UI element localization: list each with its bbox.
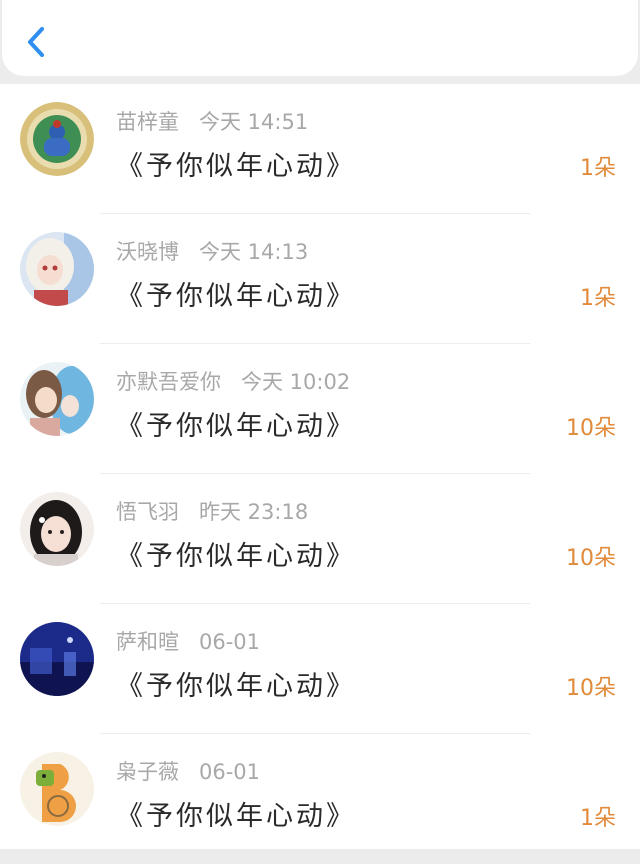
work-title: 《予你似年心动》 — [116, 151, 356, 182]
avatar-illustration-image — [20, 362, 94, 436]
flower-count: 1朵 — [580, 286, 616, 311]
avatar[interactable] — [20, 102, 94, 176]
work-title: 《予你似年心动》 — [116, 281, 356, 312]
sender-name: 亦默吾爱你 — [116, 370, 221, 394]
send-time: 昨天 23:18 — [199, 500, 309, 524]
top-bar — [2, 0, 638, 76]
sender-name: 萨和暄 — [116, 630, 179, 654]
sender-name: 苗梓童 — [116, 110, 179, 134]
avatar-cartoon-image — [20, 752, 94, 826]
flower-count: 10朵 — [566, 546, 616, 571]
flower-count: 10朵 — [566, 676, 616, 701]
gift-record-list: 苗梓童 今天 14:51 《予你似年心动》 1朵 沃晓博 今天 14:13 《予你似… — [0, 84, 640, 849]
chevron-left-icon — [28, 27, 44, 57]
send-time: 今天 14:13 — [199, 240, 309, 264]
avatar-night-scene-image — [20, 622, 94, 696]
sender-name: 枭子薇 — [116, 760, 179, 784]
list-item[interactable]: 沃晓博 今天 14:13 《予你似年心动》 1朵 — [0, 214, 640, 344]
item-meta: 亦默吾爱你 今天 10:02 — [116, 366, 350, 396]
flower-count: 1朵 — [580, 156, 616, 181]
list-item[interactable]: 苗梓童 今天 14:51 《予你似年心动》 1朵 — [0, 84, 640, 214]
item-meta: 悟飞羽 昨天 23:18 — [116, 496, 308, 526]
work-title: 《予你似年心动》 — [116, 411, 356, 442]
send-time: 今天 14:51 — [199, 110, 309, 134]
list-item[interactable]: 亦默吾爱你 今天 10:02 《予你似年心动》 10朵 — [0, 344, 640, 474]
flower-count: 1朵 — [580, 806, 616, 831]
list-item[interactable]: 枭子薇 06-01 《予你似年心动》 1朵 — [0, 734, 640, 864]
back-button[interactable] — [24, 26, 50, 58]
sender-name: 沃晓博 — [116, 240, 179, 264]
list-item[interactable]: 悟飞羽 昨天 23:18 《予你似年心动》 10朵 — [0, 474, 640, 604]
work-title: 《予你似年心动》 — [116, 541, 356, 572]
item-meta: 苗梓童 今天 14:51 — [116, 106, 308, 136]
avatar[interactable] — [20, 492, 94, 566]
avatar[interactable] — [20, 232, 94, 306]
avatar-photo-image — [20, 492, 94, 566]
avatar[interactable] — [20, 622, 94, 696]
avatar-deity-image — [20, 102, 94, 176]
flower-count: 10朵 — [566, 416, 616, 441]
work-title: 《予你似年心动》 — [116, 801, 356, 832]
item-meta: 沃晓博 今天 14:13 — [116, 236, 308, 266]
send-time: 06-01 — [199, 630, 261, 654]
list-item[interactable]: 萨和暄 06-01 《予你似年心动》 10朵 — [0, 604, 640, 734]
item-meta: 萨和暄 06-01 — [116, 626, 260, 656]
avatar-anime-girl-image — [20, 232, 94, 306]
item-meta: 枭子薇 06-01 — [116, 756, 260, 786]
sender-name: 悟飞羽 — [116, 500, 179, 524]
avatar[interactable] — [20, 362, 94, 436]
avatar[interactable] — [20, 752, 94, 826]
send-time: 今天 10:02 — [241, 370, 351, 394]
send-time: 06-01 — [199, 760, 261, 784]
work-title: 《予你似年心动》 — [116, 671, 356, 702]
